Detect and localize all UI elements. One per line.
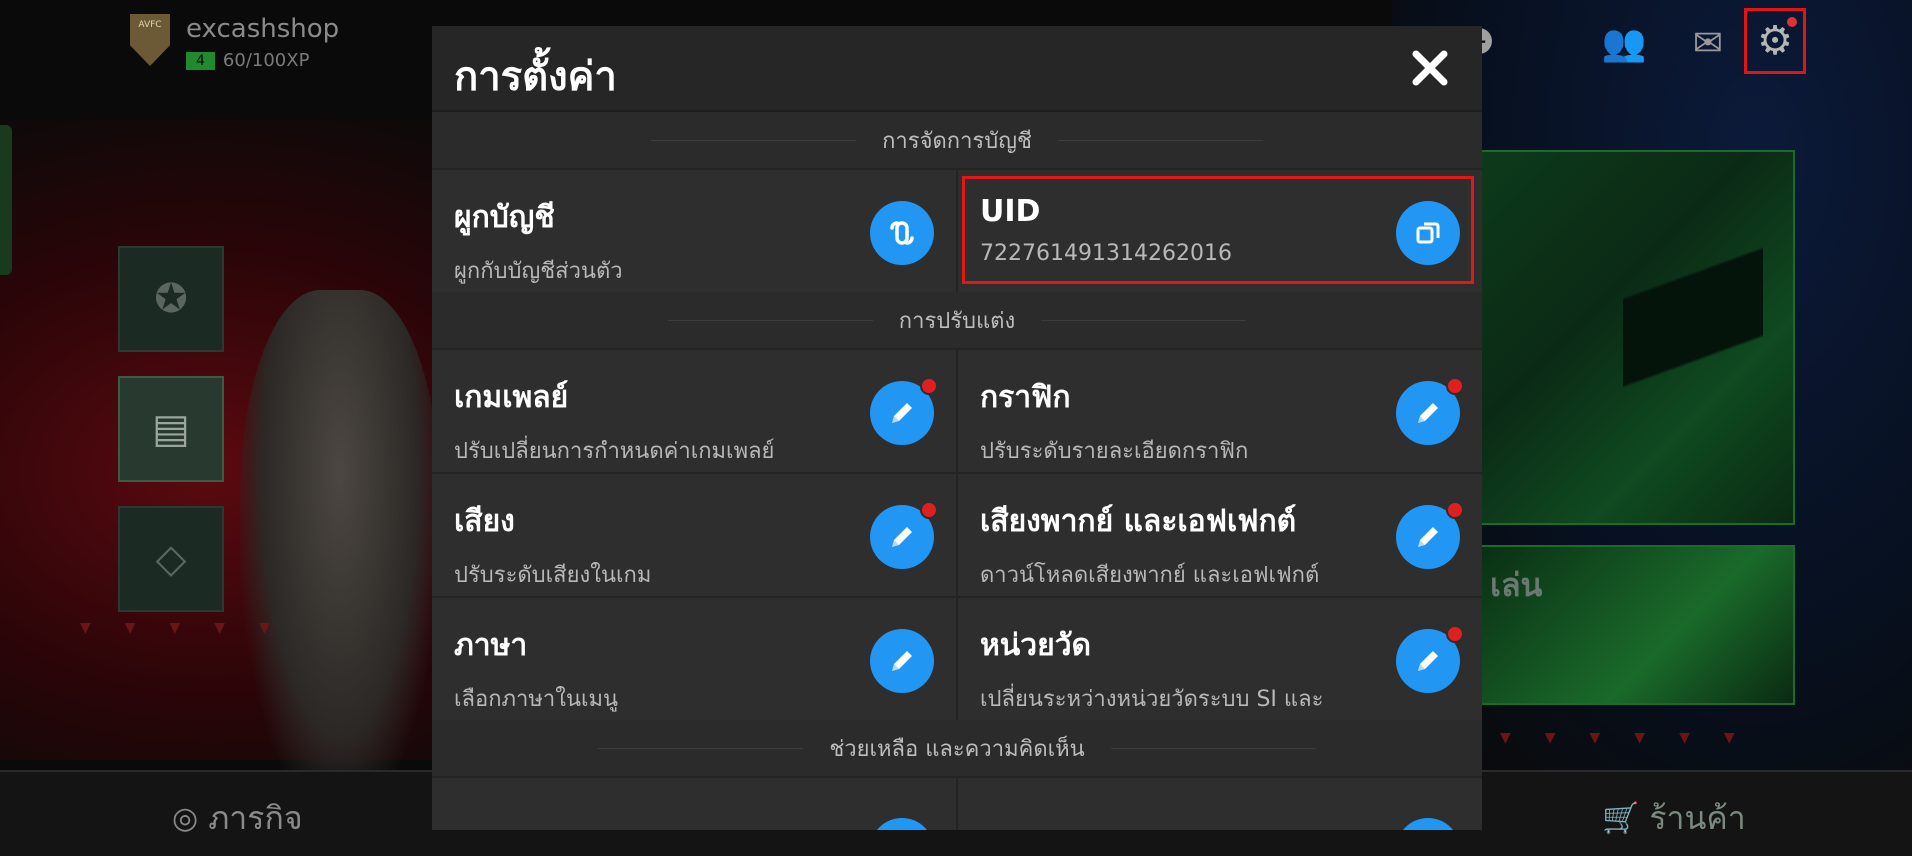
notification-dot (1787, 17, 1797, 27)
diamond-menu-icon[interactable]: ◇ (118, 506, 224, 612)
edit-sound-button[interactable] (870, 501, 938, 569)
item-title: เสียง (454, 504, 515, 539)
section-header-account: การจัดการบัญชี (432, 112, 1482, 168)
edit-icon (892, 403, 912, 423)
edit-commentary-button[interactable] (1396, 501, 1464, 569)
modal-title: การตั้งค่า (454, 54, 617, 100)
edit-gameplay-button[interactable] (870, 377, 938, 445)
close-button[interactable] (1404, 42, 1456, 94)
notification-dot (1446, 501, 1464, 519)
item-subtitle: ปรับเปลี่ยนการกำหนดค่าเกมเพลย์ (454, 439, 775, 464)
item-title: เกมเพลย์ (454, 380, 569, 415)
target-icon: ◎ (172, 801, 199, 836)
item-subtitle: ผูกกับบัญชีส่วนตัว (454, 259, 623, 284)
item-subtitle: เปลี่ยนระหว่างหน่วยวัดระบบ SI และ (980, 687, 1324, 712)
username: excashshop (186, 14, 340, 44)
item-subtitle: ดาวน์โหลดเสียงพากย์ และเอฟเฟกต์ (980, 563, 1320, 588)
profile-header[interactable]: AVFC excashshop 4 60/100XP (130, 14, 339, 71)
language-item[interactable]: ภาษา เลือกภาษาในเมนู (432, 598, 956, 720)
item-title: หน่วยวัด (980, 628, 1092, 663)
level-badge: 4 (186, 51, 215, 70)
settings-row: ผูกบัญชี ผูกกับบัญชีส่วนตัว UID 72276149… (432, 168, 1482, 292)
edit-icon (1418, 651, 1438, 671)
play-card-label: เล่น (1490, 566, 1543, 604)
settings-gear-icon[interactable]: ⚙ (1744, 8, 1806, 74)
edit-icon (1418, 527, 1438, 547)
club-crest-icon: AVFC (130, 14, 170, 66)
notification-dot (1446, 377, 1464, 395)
copy-icon (1416, 222, 1440, 244)
cart-icon: 🛒 (1602, 801, 1640, 836)
feedback-item[interactable] (956, 778, 1482, 830)
settings-modal: การตั้งค่า การจัดการบัญชี ผูกบัญชี ผูกกั… (432, 26, 1482, 830)
settings-row: ภาษา เลือกภาษาในเมนู หน่วยวัด เปลี่ยนระห… (432, 596, 1482, 720)
background-player-image (240, 290, 440, 810)
item-subtitle: ปรับระดับเสียงในเกม (454, 563, 652, 588)
modal-header: การตั้งค่า (432, 26, 1482, 112)
sound-item[interactable]: เสียง ปรับระดับเสียงในเกม (432, 474, 956, 596)
item-title: เสียงพากย์ และเอฟเฟกต์ (980, 504, 1297, 539)
close-icon (1412, 50, 1448, 86)
settings-row: เกมเพลย์ ปรับเปลี่ยนการกำหนดค่าเกมเพลย์ … (432, 348, 1482, 472)
copy-uid-button[interactable] (1396, 201, 1460, 265)
edit-icon (892, 527, 912, 547)
shop-nav-item[interactable]: 🛒 ร้านค้า (1602, 793, 1746, 844)
link-account-button[interactable] (870, 201, 934, 265)
settings-row-partial (432, 776, 1482, 830)
link-account-item[interactable]: ผูกบัญชี ผูกกับบัญชีส่วนตัว (432, 170, 956, 292)
item-title: กราฟิก (980, 380, 1071, 415)
notification-dot (920, 377, 938, 395)
link-icon (890, 221, 914, 245)
feedback-item-button[interactable] (1396, 818, 1460, 830)
item-title: UID (980, 194, 1041, 229)
side-drawer-tab[interactable] (0, 125, 12, 275)
graphics-item[interactable]: กราฟิก ปรับระดับรายละเอียดกราฟิก (956, 350, 1482, 472)
settings-row: เสียง ปรับระดับเสียงในเกม เสียงพากย์ และ… (432, 472, 1482, 596)
item-title: ภาษา (454, 628, 528, 663)
edit-icon (892, 651, 912, 671)
edit-language-button[interactable] (870, 629, 934, 693)
edit-icon (1418, 403, 1438, 423)
notification-dot (1446, 625, 1464, 643)
mail-icon[interactable]: ✉ (1682, 20, 1734, 68)
xp-text: 60/100XP (222, 50, 310, 71)
edit-graphics-button[interactable] (1396, 377, 1464, 445)
friends-icon[interactable]: 👥 (1598, 20, 1650, 68)
help-item[interactable] (432, 778, 956, 830)
item-title: ผูกบัญชี (454, 200, 555, 235)
uid-value: 722761491314262016 (980, 241, 1232, 266)
gameplay-item[interactable]: เกมเพลย์ ปรับเปลี่ยนการกำหนดค่าเกมเพลย์ (432, 350, 956, 472)
commentary-effects-item[interactable]: เสียงพากย์ และเอฟเฟกต์ ดาวน์โหลดเสียงพาก… (956, 474, 1482, 596)
edit-units-button[interactable] (1396, 625, 1464, 693)
missions-nav-item[interactable]: ◎ ภารกิจ (172, 793, 303, 844)
decorative-triangles-icon: ▼▼▼▼▼ (80, 620, 304, 636)
uid-item[interactable]: UID 722761491314262016 (956, 170, 1482, 292)
decorative-triangles-icon: ▼▼▼▼▼▼ (1500, 730, 1769, 746)
news-menu-icon[interactable]: ▤ (118, 376, 224, 482)
notification-dot (920, 501, 938, 519)
section-header-help: ช่วยเหลือ และความคิดเห็น (432, 720, 1482, 776)
section-header-customization: การปรับแต่ง (432, 292, 1482, 348)
badge-menu-icon[interactable]: ✪ (118, 246, 224, 352)
item-subtitle: ปรับระดับรายละเอียดกราฟิก (980, 439, 1249, 464)
units-item[interactable]: หน่วยวัด เปลี่ยนระหว่างหน่วยวัดระบบ SI แ… (956, 598, 1482, 720)
item-subtitle: เลือกภาษาในเมนู (454, 687, 619, 712)
help-item-button[interactable] (870, 818, 934, 830)
featured-card[interactable] (1480, 150, 1795, 525)
